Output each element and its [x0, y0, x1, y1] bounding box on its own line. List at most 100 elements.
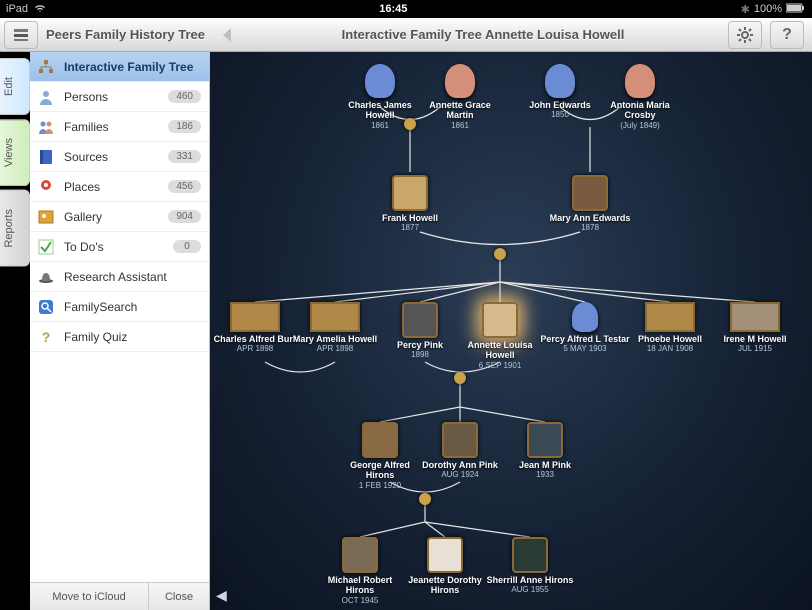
tab-views[interactable]: Views	[0, 119, 30, 186]
battery-icon	[786, 3, 806, 16]
clock-label: 16:45	[46, 3, 741, 15]
sidebar-item-persons[interactable]: Persons 460	[30, 82, 209, 112]
toolbar: Peers Family History Tree Interactive Fa…	[0, 18, 812, 52]
photo-icon	[36, 207, 56, 227]
search-icon	[36, 297, 56, 317]
tree-icon	[36, 57, 56, 77]
person-node[interactable]: Frank Howell1877	[365, 175, 455, 233]
library-title: Peers Family History Tree	[42, 27, 212, 42]
sidebar-item-research[interactable]: Research Assistant	[30, 262, 209, 292]
avatar-male-icon	[572, 302, 598, 332]
marriage-icon	[419, 493, 431, 505]
avatar-female-icon	[625, 64, 655, 98]
avatar-male-icon	[545, 64, 575, 98]
status-bar: iPad 16:45 ✱ 100%	[0, 0, 812, 18]
pin-icon	[36, 177, 56, 197]
portrait-icon	[527, 422, 563, 458]
sidebar-item-gallery[interactable]: Gallery 904	[30, 202, 209, 232]
back-button[interactable]	[212, 26, 242, 44]
person-node[interactable]: Michael Robert HironsOCT 1945	[315, 537, 405, 605]
avatar-female-icon	[445, 64, 475, 98]
person-node[interactable]: Phoebe Howell18 JAN 1908	[625, 302, 715, 354]
person-node-selected[interactable]: Annette Louisa Howell6 SEP 1901	[455, 302, 545, 370]
person-node[interactable]: George Alfred Hirons1 FEB 1920	[335, 422, 425, 490]
portrait-icon	[730, 302, 780, 332]
sidebar-item-label: Interactive Family Tree	[64, 60, 201, 74]
count-badge: 331	[168, 150, 201, 163]
portrait-icon	[402, 302, 438, 338]
side-tabs: Edit Views Reports	[0, 52, 30, 610]
tab-reports[interactable]: Reports	[0, 190, 30, 267]
sidebar-item-familysearch[interactable]: FamilySearch	[30, 292, 209, 322]
sidebar-item-label: FamilySearch	[64, 300, 201, 314]
tab-edit[interactable]: Edit	[0, 58, 30, 115]
sidebar-item-label: Research Assistant	[64, 270, 201, 284]
portrait-icon	[442, 422, 478, 458]
person-icon	[36, 87, 56, 107]
person-node[interactable]: Charles Alfred BurrAPR 1898	[210, 302, 300, 354]
portrait-icon	[392, 175, 428, 211]
svg-text:?: ?	[42, 329, 51, 345]
person-node[interactable]: Jeanette Dorothy Hirons	[400, 537, 490, 596]
sidebar-item-label: Sources	[64, 150, 160, 164]
person-node[interactable]: Dorothy Ann PinkAUG 1924	[415, 422, 505, 480]
portrait-icon	[230, 302, 280, 332]
bluetooth-icon: ✱	[741, 3, 750, 16]
person-node[interactable]: Mary Ann Edwards1878	[545, 175, 635, 233]
sidebar-item-label: Family Quiz	[64, 330, 201, 344]
person-node[interactable]: Antonia Maria Crosby(July 1849)	[595, 64, 685, 130]
portrait-icon	[310, 302, 360, 332]
settings-button[interactable]	[728, 21, 762, 49]
tree-canvas[interactable]: Charles James Howell1861 Annette Grace M…	[210, 52, 812, 610]
help-button[interactable]: ?	[770, 21, 804, 49]
count-badge: 186	[168, 120, 201, 133]
marriage-icon	[454, 372, 466, 384]
marriage-icon	[494, 248, 506, 260]
battery-label: 100%	[754, 3, 782, 15]
sidebar: Interactive Family Tree Persons 460 Fami…	[30, 52, 210, 610]
person-node[interactable]: John Edwards1850	[515, 64, 605, 120]
person-node[interactable]: Percy Alfred L Testar5 MAY 1903	[540, 302, 630, 354]
wifi-icon	[34, 3, 46, 16]
portrait-icon	[645, 302, 695, 332]
sidebar-item-label: To Do's	[64, 240, 165, 254]
page-title: Interactive Family Tree Annette Louisa H…	[242, 27, 724, 42]
person-node[interactable]: Percy Pink1898	[375, 302, 465, 360]
move-to-icloud-button[interactable]: Move to iCloud	[30, 583, 149, 610]
portrait-icon	[362, 422, 398, 458]
sidebar-item-quiz[interactable]: ? Family Quiz	[30, 322, 209, 352]
count-badge: 904	[168, 210, 201, 223]
person-node[interactable]: Irene M HowellJUL 1915	[710, 302, 800, 354]
person-node[interactable]: Sherrill Anne HironsAUG 1955	[485, 537, 575, 595]
sidebar-item-families[interactable]: Families 186	[30, 112, 209, 142]
portrait-icon	[427, 537, 463, 573]
count-badge: 0	[173, 240, 201, 253]
sidebar-item-places[interactable]: Places 456	[30, 172, 209, 202]
check-icon	[36, 237, 56, 257]
person-node[interactable]: Charles James Howell1861	[335, 64, 425, 130]
sidebar-item-tree[interactable]: Interactive Family Tree	[30, 52, 209, 82]
person-node[interactable]: Jean M Pink1933	[500, 422, 590, 480]
question-icon: ?	[36, 327, 56, 347]
people-icon	[36, 117, 56, 137]
menu-button[interactable]	[4, 21, 38, 49]
sidebar-item-todos[interactable]: To Do's 0	[30, 232, 209, 262]
carrier-label: iPad	[6, 3, 28, 15]
portrait-icon	[342, 537, 378, 573]
avatar-male-icon	[365, 64, 395, 98]
count-badge: 456	[168, 180, 201, 193]
portrait-icon	[482, 302, 518, 338]
book-icon	[36, 147, 56, 167]
sidebar-item-label: Places	[64, 180, 160, 194]
hat-icon	[36, 267, 56, 287]
collapse-sidebar-button[interactable]: ◀	[216, 587, 227, 604]
portrait-icon	[512, 537, 548, 573]
sidebar-item-sources[interactable]: Sources 331	[30, 142, 209, 172]
sidebar-item-label: Gallery	[64, 210, 160, 224]
person-node[interactable]: Mary Amelia HowellAPR 1898	[290, 302, 380, 354]
sidebar-item-label: Families	[64, 120, 160, 134]
portrait-icon	[572, 175, 608, 211]
sidebar-item-label: Persons	[64, 90, 160, 104]
close-button[interactable]: Close	[149, 583, 209, 610]
person-node[interactable]: Annette Grace Martin1861	[415, 64, 505, 130]
